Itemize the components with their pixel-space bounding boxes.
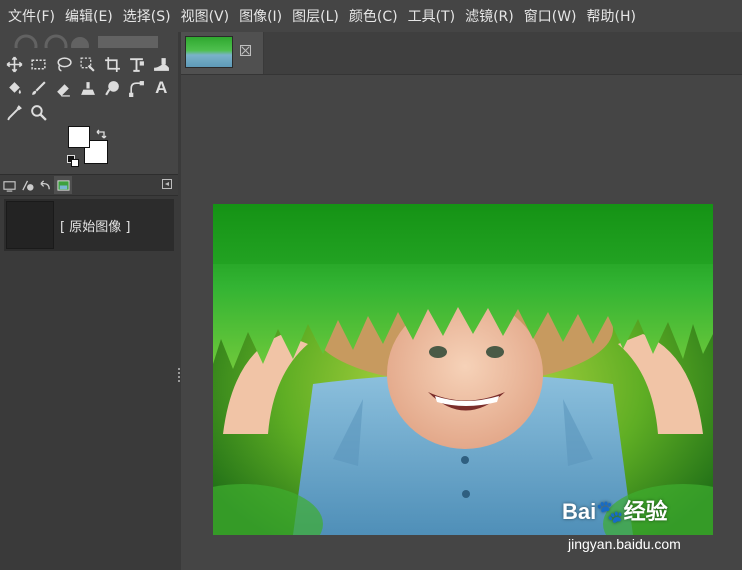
image-tab[interactable]: [181, 32, 264, 74]
tool-options-tab-icon[interactable]: [0, 176, 18, 194]
foreground-color-swatch[interactable]: [68, 126, 90, 148]
menu-item-7[interactable]: 工具(T): [404, 6, 461, 26]
smudge-tool-icon[interactable]: [100, 76, 125, 100]
menu-item-10[interactable]: 帮助(H): [583, 6, 642, 26]
transform-tool-icon[interactable]: [125, 52, 150, 76]
watermark-url: jingyan.baidu.com: [568, 536, 681, 552]
clone-tool-icon[interactable]: [76, 76, 101, 100]
dock-tabs: [0, 174, 178, 196]
device-status-tab-icon[interactable]: [18, 176, 36, 194]
menu-item-4[interactable]: 图像(I): [235, 6, 288, 26]
text-tool-icon[interactable]: A: [149, 76, 174, 100]
image-tab-strip: [181, 32, 742, 75]
color-picker-tool-icon[interactable]: [2, 100, 27, 124]
history-thumbnail: [6, 201, 54, 249]
paintbrush-tool-icon[interactable]: [27, 76, 52, 100]
move-tool-icon[interactable]: [2, 52, 27, 76]
menu-item-3[interactable]: 视图(V): [177, 6, 236, 26]
images-tab-icon[interactable]: [54, 176, 72, 194]
toolbox-logo: [8, 32, 168, 48]
paths-tool-icon[interactable]: [125, 76, 150, 100]
baidu-watermark: Bai🐾经验 jingyan.baidu.com: [552, 486, 742, 570]
eraser-tool-icon[interactable]: [51, 76, 76, 100]
fuzzy-select-tool-icon[interactable]: [76, 52, 101, 76]
image-tab-thumbnail: [185, 36, 233, 68]
zoom-tool-icon[interactable]: [27, 100, 52, 124]
tool-grid: A: [2, 52, 178, 124]
swap-colors-icon[interactable]: [95, 125, 107, 139]
bucket-fill-tool-icon[interactable]: [2, 76, 27, 100]
undo-history-panel: [ 原始图像 ]: [0, 196, 178, 570]
warp-tool-icon[interactable]: [149, 52, 174, 76]
menu-item-0[interactable]: 文件(F): [4, 6, 61, 26]
crop-tool-icon[interactable]: [100, 52, 125, 76]
menu-item-8[interactable]: 滤镜(R): [461, 6, 520, 26]
history-item-label: [ 原始图像 ]: [60, 219, 131, 235]
toolbox-panel: A [原始图像]: [0, 32, 178, 570]
menu-item-5[interactable]: 图层(L): [288, 6, 345, 26]
undo-history-tab-icon[interactable]: [36, 176, 54, 194]
menu-item-2[interactable]: 选择(S): [119, 6, 177, 26]
watermark-logo: Bai🐾经验: [562, 499, 668, 524]
default-colors-icon[interactable]: [67, 152, 79, 167]
history-item[interactable]: [ 原始图像 ]: [4, 199, 174, 251]
close-tab-icon[interactable]: [240, 45, 251, 56]
menu-item-1[interactable]: 编辑(E): [61, 6, 119, 26]
free-select-tool-icon[interactable]: [51, 52, 76, 76]
dock-menu-icon[interactable]: [162, 179, 172, 189]
menu-item-9[interactable]: 窗口(W): [520, 6, 583, 26]
menu-item-6[interactable]: 颜色(C): [345, 6, 404, 26]
rect-select-tool-icon[interactable]: [27, 52, 52, 76]
fg-bg-colors: [66, 124, 114, 168]
menu-bar: 文件(F) 编辑(E) 选择(S) 视图(V) 图像(I) 图层(L) 颜色(C) 工具(T)…: [0, 0, 742, 32]
